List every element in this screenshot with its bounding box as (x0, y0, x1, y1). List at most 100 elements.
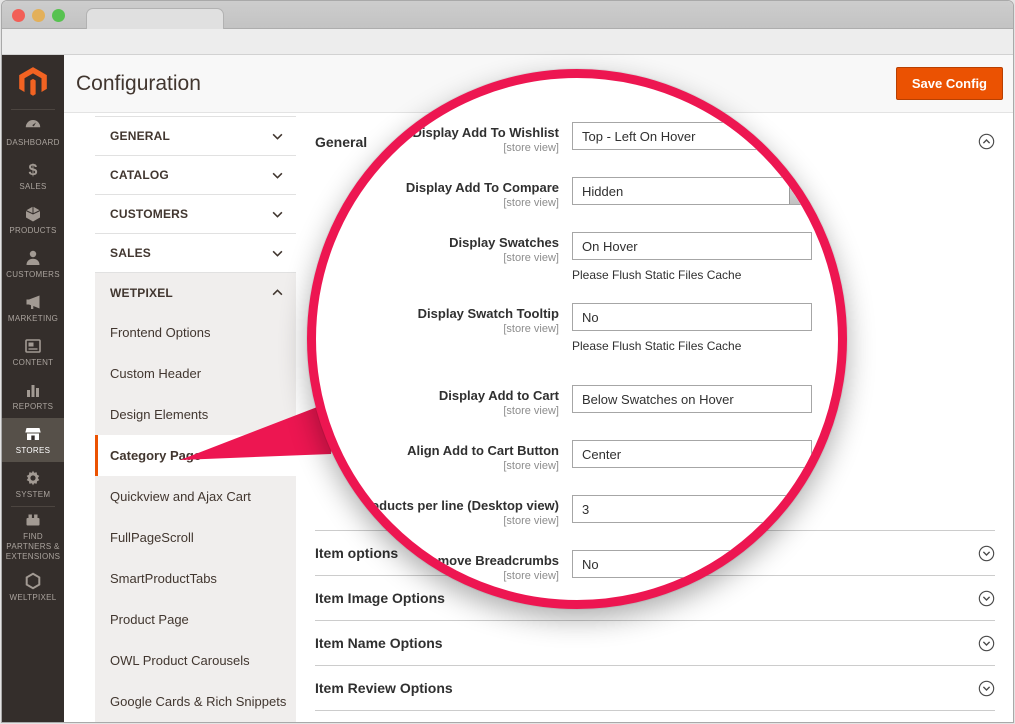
sidebar-item-find-partners-extensions[interactable]: FIND PARTNERS & EXTENSIONS (2, 507, 64, 565)
select-input[interactable]: No (572, 550, 812, 578)
select-input[interactable]: 3 (572, 495, 790, 523)
admin-sidebar: DASHBOARD $ SALES PRODUCTS CUSTOMERS MAR… (2, 55, 64, 723)
config-nav-section-label: GENERAL (110, 129, 170, 143)
sidebar-item-label: WELTPIXEL (9, 593, 56, 603)
sidebar-item-label: CUSTOMERS (6, 270, 60, 280)
sidebar-item-products[interactable]: PRODUCTS (2, 198, 64, 242)
config-nav-subitem-product-page[interactable]: Product Page (95, 599, 296, 640)
sidebar-item-dashboard[interactable]: DASHBOARD (2, 110, 64, 154)
select-input[interactable]: Center (572, 440, 812, 468)
select-input[interactable]: Below Swatches on Hover (572, 385, 812, 413)
save-config-button[interactable]: Save Config (896, 67, 1003, 100)
field-control: No (572, 550, 812, 584)
sidebar-item-weltpixel[interactable]: WELTPIXEL (2, 565, 64, 609)
field-label-text: Products per line (Desktop view) (332, 498, 559, 514)
field-label: Products per line (Desktop view) [store … (332, 495, 559, 529)
sidebar-item-stores[interactable]: STORES (2, 418, 64, 462)
field-label: Remove Breadcrumbs [store view] (332, 550, 559, 584)
select-input[interactable]: Hidden (572, 177, 812, 205)
config-nav-subitem-category-page[interactable]: Category Page (95, 435, 296, 476)
expand-down-icon[interactable] (978, 590, 995, 607)
extensions-icon (23, 510, 43, 530)
field-label-text: Display Add to Cart (332, 388, 559, 404)
section-row-item-name-options[interactable]: Item Name Options (315, 621, 995, 666)
zoom-window-button[interactable] (52, 9, 65, 22)
sidebar-item-label: DASHBOARD (6, 138, 59, 148)
select-value: No (582, 310, 599, 325)
config-nav-subitem-fullpagescroll[interactable]: FullPageScroll (95, 517, 296, 558)
config-nav-section-wetpixel[interactable]: WETPIXEL (95, 273, 296, 312)
sidebar-item-label: PRODUCTS (9, 226, 56, 236)
sidebar-item-sales[interactable]: $ SALES (2, 154, 64, 198)
close-window-button[interactable] (12, 9, 25, 22)
config-nav-subitem-smartproducttabs[interactable]: SmartProductTabs (95, 558, 296, 599)
select-input[interactable]: On Hover (572, 232, 812, 260)
config-nav-subitem-google-cards-rich-snippets[interactable]: Google Cards & Rich Snippets (95, 681, 296, 722)
select-value: Center (582, 447, 621, 462)
config-nav-section-label: CUSTOMERS (110, 207, 188, 221)
browser-window: DASHBOARD $ SALES PRODUCTS CUSTOMERS MAR… (1, 0, 1014, 723)
sidebar-item-label: STORES (16, 446, 51, 456)
config-nav-subitem-custom-header[interactable]: Custom Header (95, 353, 296, 394)
dropdown-arrow-icon[interactable] (794, 506, 816, 531)
config-nav-subitem-design-elements[interactable]: Design Elements (95, 394, 296, 435)
collapsed-section-title: Item Review Options (315, 680, 453, 696)
sales-icon: $ (23, 160, 43, 180)
sidebar-item-label: SYSTEM (16, 490, 51, 500)
sidebar-item-label: REPORTS (13, 402, 54, 412)
config-nav-section-sales[interactable]: SALES (95, 234, 296, 273)
field-scope-text: [store view] (332, 141, 559, 156)
section-row-item-review-options[interactable]: Item Review Options (315, 666, 995, 711)
window-controls (12, 9, 65, 22)
config-nav-section-customers[interactable]: CUSTOMERS (95, 195, 296, 234)
field-scope-text: [store view] (332, 322, 559, 337)
sidebar-item-reports[interactable]: REPORTS (2, 374, 64, 418)
magnifier-circle: Display Add To Wishlist [store view] Top… (307, 69, 847, 609)
browser-tab[interactable] (86, 8, 224, 29)
select-input[interactable]: Top - Left On Hover (572, 122, 812, 150)
chevron-down-icon (272, 250, 283, 257)
expand-down-icon[interactable] (978, 545, 995, 562)
page-title: Configuration (76, 72, 201, 96)
sidebar-item-system[interactable]: SYSTEM (2, 462, 64, 506)
marketing-icon (23, 292, 43, 312)
config-nav-section-general[interactable]: GENERAL (95, 117, 296, 156)
expand-down-icon[interactable] (978, 635, 995, 652)
config-nav-subitem-quickview-and-ajax-cart[interactable]: Quickview and Ajax Cart (95, 476, 296, 517)
select-value: No (582, 557, 599, 572)
field-control: Top - Left On Hover (572, 122, 812, 156)
svg-text:$: $ (29, 162, 38, 179)
field-control: No Please Flush Static Files Cache (572, 303, 812, 353)
field-label: Display Swatches [store view] (332, 232, 559, 282)
browser-toolbar (2, 29, 1013, 55)
field-control: Hidden (572, 177, 812, 211)
config-nav-section-label: WETPIXEL (110, 286, 173, 300)
field-control: On Hover Please Flush Static Files Cache (572, 232, 812, 282)
sidebar-item-marketing[interactable]: MARKETING (2, 286, 64, 330)
config-field-row: Products per line (Desktop view) [store … (332, 495, 820, 529)
magento-logo-icon[interactable] (2, 55, 64, 109)
config-nav-subitem-owl-product-carousels[interactable]: OWL Product Carousels (95, 640, 296, 681)
config-nav-subitem-frontend-options[interactable]: Frontend Options (95, 312, 296, 353)
select-input[interactable]: No (572, 303, 812, 331)
expand-down-icon[interactable] (978, 680, 995, 697)
field-note: Please Flush Static Files Cache (572, 339, 812, 353)
field-label-text: Display Add To Compare (332, 180, 559, 196)
minimize-window-button[interactable] (32, 9, 45, 22)
config-field-row: Align Add to Cart Button [store view] Ce… (332, 440, 820, 474)
chevron-up-icon (272, 289, 283, 296)
field-label: Display Add to Cart [store view] (332, 385, 559, 419)
field-label-text: Remove Breadcrumbs (332, 553, 559, 569)
select-value: Top - Left On Hover (582, 129, 695, 144)
magento-logo-icon (16, 65, 50, 99)
sidebar-item-content[interactable]: CONTENT (2, 330, 64, 374)
dropdown-arrow-icon[interactable] (789, 178, 811, 204)
config-nav-section-label: SALES (110, 246, 151, 260)
content-icon (23, 336, 43, 356)
config-nav-section-catalog[interactable]: CATALOG (95, 156, 296, 195)
field-label: Align Add to Cart Button [store view] (332, 440, 559, 474)
select-value: 3 (582, 502, 589, 517)
collapse-up-icon[interactable] (978, 133, 995, 150)
sidebar-item-customers[interactable]: CUSTOMERS (2, 242, 64, 286)
system-icon (23, 468, 43, 488)
